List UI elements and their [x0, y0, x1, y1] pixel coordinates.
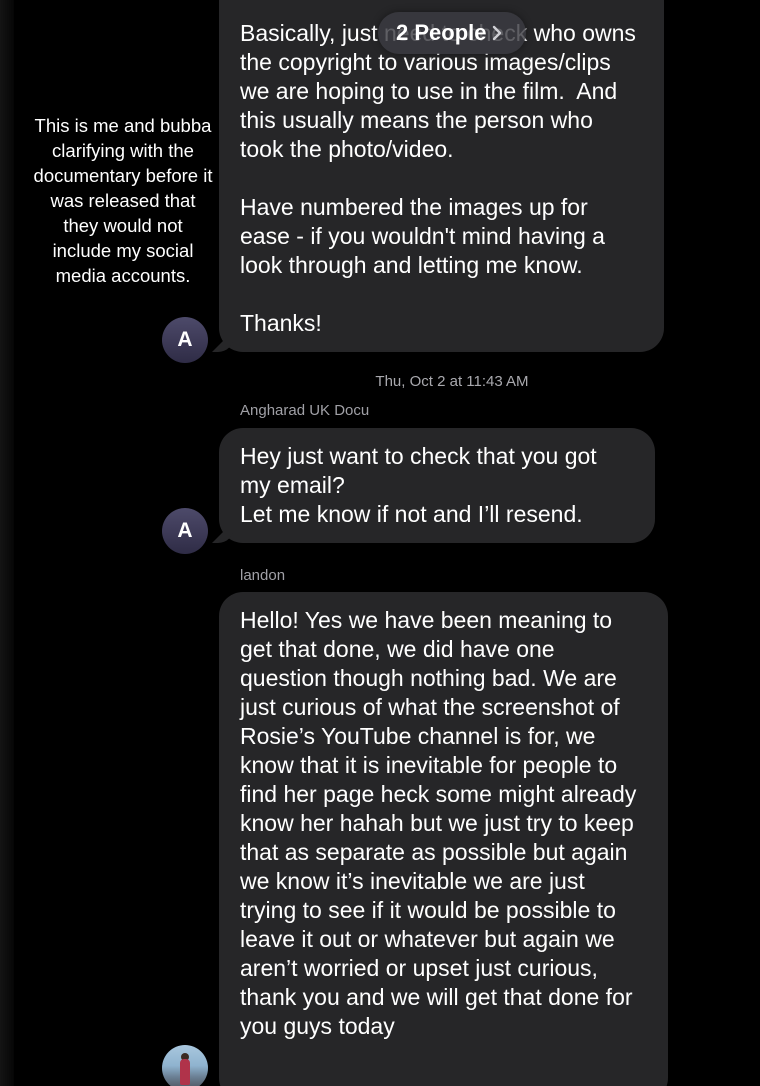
chevron-right-icon: [492, 25, 502, 41]
caption-line: This is me and bubba: [34, 115, 212, 136]
avatar-photo-figure: [180, 1059, 190, 1085]
sender-name: Angharad UK Docu: [240, 402, 370, 419]
message-1-paragraph-2: Have numbered the images up for ease - i…: [240, 194, 612, 278]
message-1-paragraph-3: Thanks!: [240, 310, 322, 336]
caption-line: documentary before it: [33, 165, 213, 186]
sender-name: landon: [240, 567, 286, 584]
message-3-text: Hello! Yes we have been meaning to get t…: [240, 607, 643, 1039]
caption-line: media accounts.: [55, 265, 191, 286]
caption-line: was released that: [50, 190, 196, 211]
avatar-photo[interactable]: [162, 1045, 208, 1086]
conversation-details-button[interactable]: 2 People: [378, 12, 526, 54]
bubble-tail: [212, 521, 234, 543]
message-2-text: Hey just want to check that you got my e…: [240, 443, 597, 527]
message-bubble-2[interactable]: Hey just want to check that you got my e…: [212, 428, 655, 543]
screen-edge: [0, 0, 14, 1086]
overlay-caption: This is me and bubba clarifying with the…: [16, 113, 230, 288]
avatar[interactable]: A: [162, 508, 208, 554]
bubble-tail: [212, 330, 234, 352]
message-bubble-3[interactable]: Hello! Yes we have been meaning to get t…: [212, 592, 668, 1086]
caption-line: they would not: [63, 215, 183, 236]
bubble-tail: [212, 1080, 234, 1086]
caption-line: include my social: [52, 240, 194, 261]
avatar[interactable]: A: [162, 317, 208, 363]
caption-line: clarifying with the: [52, 140, 194, 161]
people-count-label: 2 People: [396, 20, 487, 45]
timestamp: Thu, Oct 2 at 11:43 AM: [375, 373, 529, 390]
